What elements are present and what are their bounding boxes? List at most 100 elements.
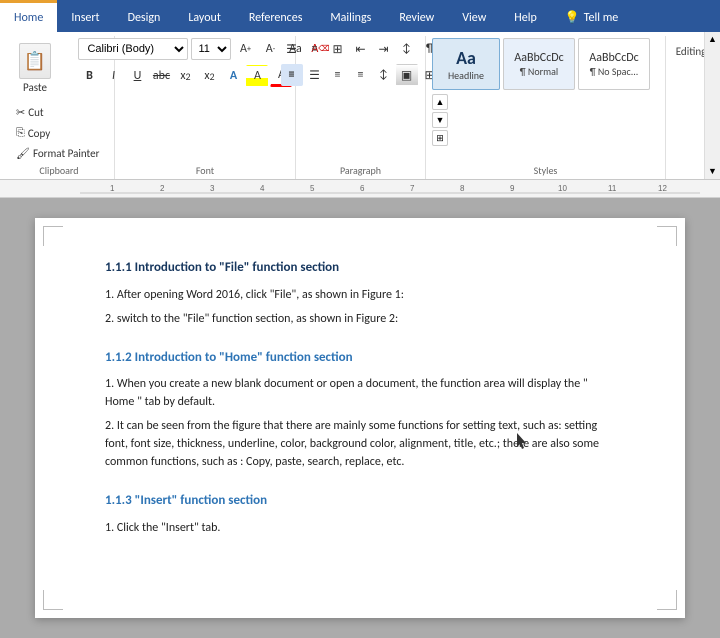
section-2-heading: 1.1.2 Introduction to "Home" function se… xyxy=(105,348,615,368)
justify-button[interactable]: ≡ xyxy=(350,64,372,86)
font-format-row: B I U abc x2 x2 A A A xyxy=(78,65,292,87)
tab-help[interactable]: Help xyxy=(500,0,551,32)
document-area: 1.1.1 Introduction to "File" function se… xyxy=(0,198,720,638)
page-corner-bl xyxy=(43,590,63,610)
highlight-button[interactable]: A xyxy=(246,65,268,87)
cut-label: Cut xyxy=(28,106,43,119)
tab-mailings[interactable]: Mailings xyxy=(316,0,385,32)
svg-text:1: 1 xyxy=(110,184,115,193)
style-no-spacing-label: ¶ No Spac... xyxy=(590,65,639,78)
italic-button[interactable]: I xyxy=(102,65,124,87)
svg-text:6: 6 xyxy=(360,184,365,193)
ribbon-tabs-row: Home Insert Design Layout References Mai… xyxy=(0,0,720,32)
copy-button[interactable]: ⎘ Copy xyxy=(10,123,105,143)
bold-button[interactable]: B xyxy=(78,65,100,87)
clipboard-group-label: Clipboard xyxy=(4,164,114,177)
multilevel-list-button[interactable]: ⊞ xyxy=(327,38,349,60)
ribbon-scrollbar: ▲ ▼ xyxy=(704,32,720,179)
section-2-para-1: 1. When you create a new blank document … xyxy=(105,375,615,411)
sort-button[interactable]: ↕ xyxy=(396,38,418,60)
page-corner-tl xyxy=(43,226,63,246)
lightbulb-icon: 💡 xyxy=(565,10,580,25)
paragraph-group-label: Paragraph xyxy=(296,164,425,177)
section-2-para-2: 2. It can be seen from the figure that t… xyxy=(105,417,615,471)
style-no-spacing[interactable]: AaBbCcDc ¶ No Spac... xyxy=(578,38,650,90)
decrease-indent-button[interactable]: ⇤ xyxy=(350,38,372,60)
styles-scroll-up[interactable]: ▲ xyxy=(432,94,448,110)
copy-icon: ⎘ xyxy=(16,126,25,140)
section-1-para-1: 1. After opening Word 2016, click "File"… xyxy=(105,286,615,304)
clipboard-small-btns: ✂ Cut ⎘ Copy 🖌 Format Painter xyxy=(10,101,105,165)
svg-text:8: 8 xyxy=(460,184,465,193)
underline-button[interactable]: U xyxy=(126,65,148,87)
shading-button[interactable]: ▣ xyxy=(396,64,418,86)
cut-button[interactable]: ✂ Cut xyxy=(10,103,105,122)
document-page[interactable]: 1.1.1 Introduction to "File" function se… xyxy=(35,218,685,618)
styles-group-label: Styles xyxy=(426,164,665,177)
paste-icon: 📋 xyxy=(19,43,51,79)
paste-button[interactable]: 📋 Paste xyxy=(10,38,60,99)
style-no-spacing-preview: AaBbCcDc xyxy=(589,51,638,65)
bullets-button[interactable]: ☰ xyxy=(281,38,303,60)
list-buttons-row: ☰ ≡ ⊞ ⇤ ⇥ ↕ ¶ xyxy=(281,38,441,60)
page-corner-tr xyxy=(657,226,677,246)
section-3-heading: 1.1.3 "Insert" function section xyxy=(105,491,615,511)
font-size-select[interactable]: 11 xyxy=(191,38,231,60)
decrease-font-button[interactable]: A- xyxy=(259,38,281,60)
paste-label: Paste xyxy=(23,81,47,94)
format-painter-icon: 🖌 xyxy=(16,147,30,160)
align-right-button[interactable]: ≡ xyxy=(327,64,349,86)
tab-home[interactable]: Home xyxy=(0,0,57,32)
tab-view[interactable]: View xyxy=(448,0,500,32)
ruler-svg: 1 2 3 4 5 6 7 8 9 10 11 12 xyxy=(80,181,700,197)
style-normal-label: ¶ Normal xyxy=(520,65,558,78)
copy-label: Copy xyxy=(28,127,50,140)
format-painter-label: Format Painter xyxy=(33,147,99,160)
style-headline[interactable]: Aa Headline xyxy=(432,38,500,90)
ribbon-scroll-up[interactable]: ▲ xyxy=(708,34,717,45)
style-normal[interactable]: AaBbCcDc ¶ Normal xyxy=(503,38,575,90)
svg-text:10: 10 xyxy=(558,184,567,193)
svg-text:2: 2 xyxy=(160,184,165,193)
tab-references[interactable]: References xyxy=(235,0,317,32)
style-normal-preview: AaBbCcDc xyxy=(514,51,563,65)
line-spacing-button[interactable]: ↕ xyxy=(373,64,395,86)
section-1-heading: 1.1.1 Introduction to "File" function se… xyxy=(105,258,615,278)
svg-text:12: 12 xyxy=(658,184,667,193)
tab-insert[interactable]: Insert xyxy=(57,0,113,32)
increase-indent-button[interactable]: ⇥ xyxy=(373,38,395,60)
align-left-button[interactable]: ≡ xyxy=(281,64,303,86)
subscript-button[interactable]: x2 xyxy=(174,65,196,87)
svg-text:11: 11 xyxy=(608,184,617,193)
strikethrough-button[interactable]: abc xyxy=(150,65,172,87)
tab-tell-me[interactable]: 💡Tell me xyxy=(551,0,632,32)
ribbon: Home Insert Design Layout References Mai… xyxy=(0,0,720,180)
superscript-button[interactable]: x2 xyxy=(198,65,220,87)
group-paragraph: ☰ ≡ ⊞ ⇤ ⇥ ↕ ¶ ≡ ☰ ≡ ≡ ↕ ▣ ⊞ Pa xyxy=(296,36,426,179)
tab-layout[interactable]: Layout xyxy=(174,0,235,32)
format-painter-button[interactable]: 🖌 Format Painter xyxy=(10,144,105,163)
styles-scroll-down[interactable]: ▼ xyxy=(432,112,448,128)
section-3: 1.1.3 "Insert" function section 1. Click… xyxy=(105,491,615,537)
increase-font-button[interactable]: A+ xyxy=(234,38,256,60)
svg-text:4: 4 xyxy=(260,184,265,193)
svg-text:3: 3 xyxy=(210,184,215,193)
tab-review[interactable]: Review xyxy=(385,0,448,32)
text-effects-button[interactable]: A xyxy=(222,65,244,87)
ribbon-scroll-down[interactable]: ▼ xyxy=(708,166,717,177)
styles-scroll-buttons: ▲ ▼ ⊞ xyxy=(432,94,448,146)
section-1: 1.1.1 Introduction to "File" function se… xyxy=(105,258,615,328)
style-headline-preview: Aa xyxy=(456,47,476,69)
styles-expand[interactable]: ⊞ xyxy=(432,130,448,146)
align-center-button[interactable]: ☰ xyxy=(304,64,326,86)
font-group-label: Font xyxy=(115,164,295,177)
font-name-select[interactable]: Calibri (Body) xyxy=(78,38,188,60)
numbering-button[interactable]: ≡ xyxy=(304,38,326,60)
styles-gallery: Aa Headline AaBbCcDc ¶ Normal AaBbCcDc ¶… xyxy=(432,38,650,90)
section-3-para-1: 1. Click the "Insert" tab. xyxy=(105,519,615,537)
svg-text:5: 5 xyxy=(310,184,315,193)
ribbon-body: 📋 Paste ✂ Cut ⎘ Copy 🖌 Format Painter xyxy=(0,32,720,180)
svg-text:9: 9 xyxy=(510,184,515,193)
group-font: Calibri (Body) 11 A+ A- Aa A⌫ B I U abc … xyxy=(115,36,296,179)
tab-design[interactable]: Design xyxy=(114,0,175,32)
